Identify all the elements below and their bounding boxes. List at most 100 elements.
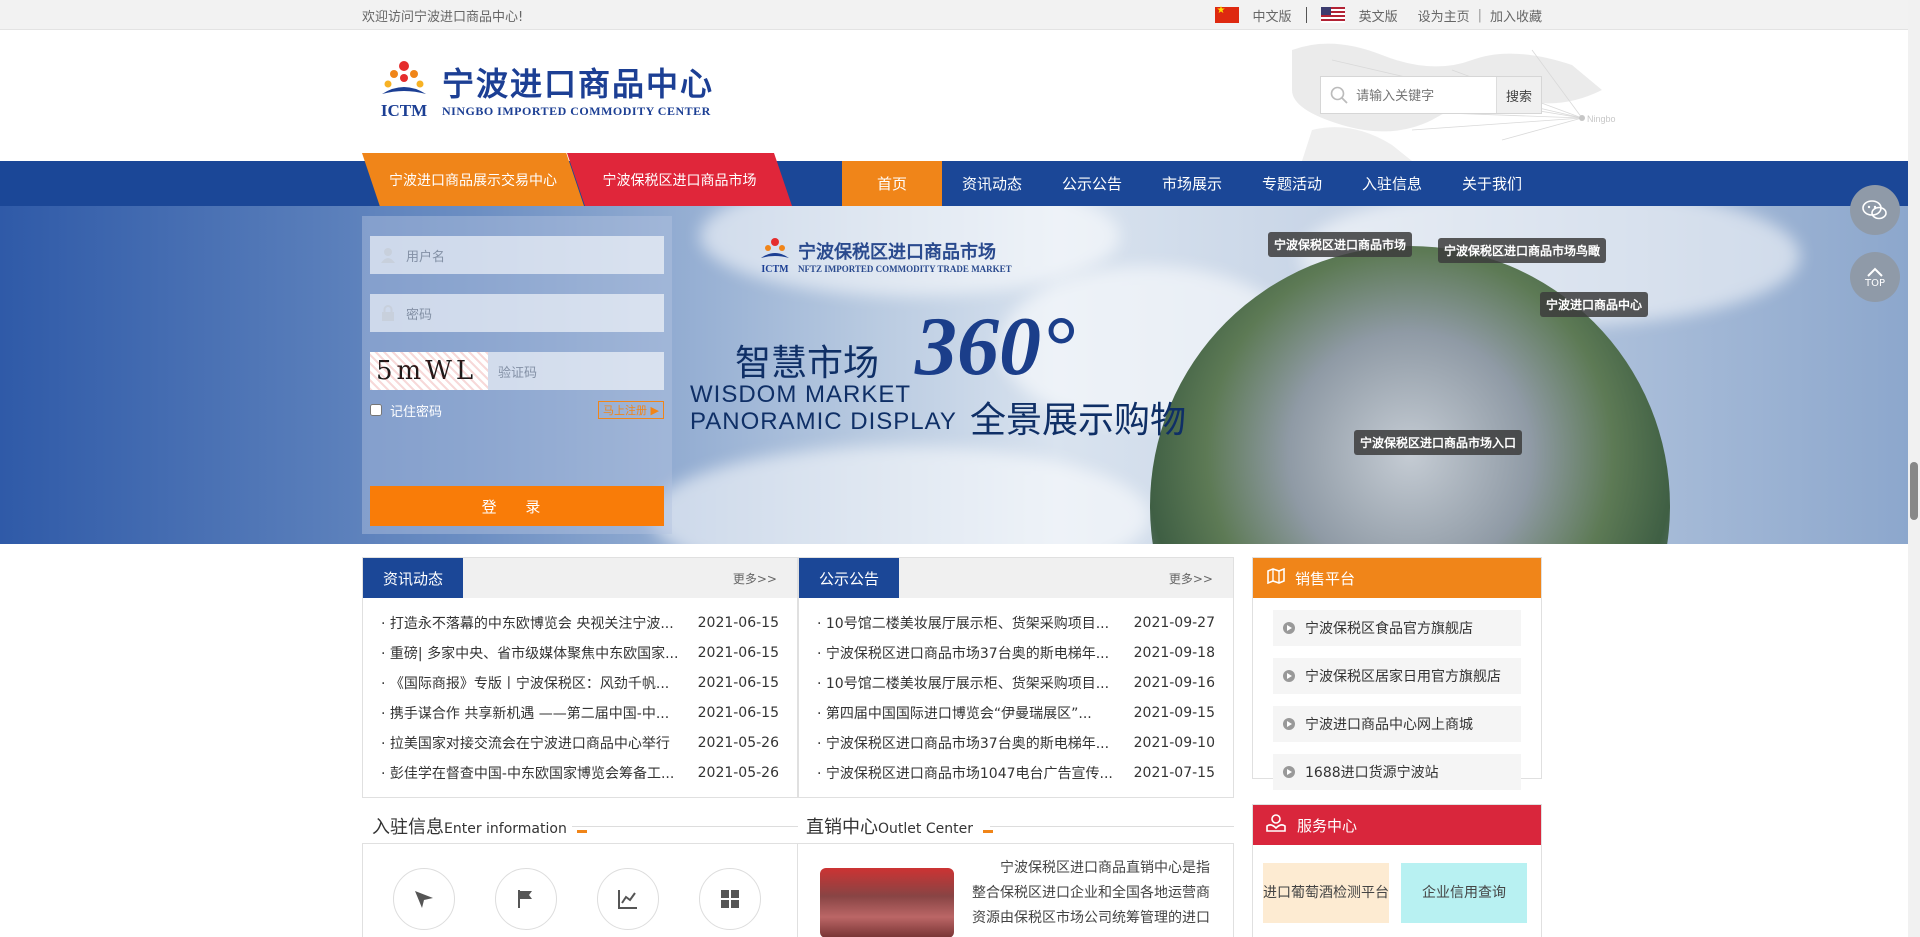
notice-panel: 公示公告 更多>> · 10号馆二楼美妆展厅展示柜、货架采购项目... 2021-… <box>798 557 1234 798</box>
top-bar: 欢迎访问宁波进口商品中心! 中文版 英文版 设为主页 | 加入收藏 <box>0 0 1920 30</box>
sales-link-food[interactable]: 宁波保税区食品官方旗舰店 <box>1273 610 1521 646</box>
news-item[interactable]: · 《国际商报》专版丨宁波保税区：风劲千帆... 2021-06-15 <box>381 668 779 698</box>
wine-test-button[interactable]: 进口葡萄酒检测平台 <box>1263 863 1389 923</box>
add-favorite-link[interactable]: 加入收藏 <box>1490 6 1542 25</box>
search-icon <box>1321 77 1356 113</box>
lang-en-link[interactable]: 英文版 <box>1359 6 1398 25</box>
nav-home[interactable]: 首页 <box>842 161 942 206</box>
notice-tab[interactable]: 公示公告 <box>799 558 900 598</box>
sales-platform-title: 销售平台 <box>1295 569 1356 588</box>
banner-hotspot-market[interactable]: 宁波保税区进口商品市场 <box>1268 232 1413 257</box>
service-center-panel: 服务中心 进口葡萄酒检测平台 企业信用查询 <box>1252 804 1542 937</box>
password-field[interactable]: 密码 <box>370 294 664 332</box>
news-item[interactable]: · 彭佳学在督查中国-中东欧国家博览会筹备工... 2021-05-26 <box>381 758 779 788</box>
outlet-section-title: 直销中心 Outlet Center <box>806 809 993 839</box>
us-flag-icon[interactable] <box>1320 7 1345 23</box>
nav-enter[interactable]: 入驻信息 <box>1342 161 1442 206</box>
nav-notice[interactable]: 公示公告 <box>1042 161 1142 206</box>
notice-item[interactable]: · 宁波保税区进口商品市场37台奥的斯电梯年... 2021-09-18 <box>817 638 1215 668</box>
sales-link-1688[interactable]: 1688进口货源宁波站 <box>1273 754 1521 790</box>
news-tab[interactable]: 资讯动态 <box>363 558 464 598</box>
play-icon <box>1283 670 1295 682</box>
service-icon <box>1265 812 1287 838</box>
wechat-icon <box>1862 200 1887 220</box>
arrow-up-icon <box>1867 267 1883 277</box>
news-item[interactable]: · 重磅| 多家中央、省市级媒体聚焦中东欧国家... 2021-06-15 <box>381 638 779 668</box>
search-input[interactable] <box>1356 77 1497 113</box>
user-icon <box>380 247 396 263</box>
lang-cn-link[interactable]: 中文版 <box>1253 6 1292 25</box>
nav-events[interactable]: 专题活动 <box>1242 161 1342 206</box>
play-icon <box>1283 718 1295 730</box>
site-logo[interactable]: ICTM 宁波进口商品中心 NINGBO IMPORTED COMMODITY … <box>376 58 714 124</box>
notice-more-link[interactable]: 更多>> <box>1169 570 1213 587</box>
news-item[interactable]: · 携手谋合作 共享新机遇 ——第二届中国-中... 2021-06-15 <box>381 698 779 728</box>
chart-icon[interactable] <box>597 868 659 930</box>
notice-item[interactable]: · 第四届中国国际进口博览会“伊曼瑞展区”... 2021-09-15 <box>817 698 1215 728</box>
lock-icon <box>380 305 396 321</box>
divider <box>1305 7 1307 23</box>
scrollbar-thumb[interactable] <box>1910 462 1918 520</box>
logo-cn-text: 宁波进口商品中心 <box>442 64 715 103</box>
banner-360: 360° <box>915 300 1075 393</box>
banner-subtitle: 全景展示购物 <box>970 400 1187 441</box>
enter-info-panel <box>362 843 798 937</box>
map-icon <box>1267 567 1285 588</box>
wechat-button[interactable] <box>1850 185 1900 235</box>
login-button[interactable]: 登 录 <box>370 486 664 526</box>
remember-password[interactable]: 记住密码 <box>370 401 442 420</box>
notice-item[interactable]: · 宁波保税区进口商品市场37台奥的斯电梯年... 2021-09-10 <box>817 728 1215 758</box>
notice-item[interactable]: · 宁波保税区进口商品市场1047电台广告宣传... 2021-07-15 <box>817 758 1215 788</box>
sales-link-home[interactable]: 宁波保税区居家日用官方旗舰店 <box>1273 658 1521 694</box>
banner-title: 智慧市场 <box>735 343 880 384</box>
welcome-text: 欢迎访问宁波进口商品中心! <box>362 9 524 25</box>
ictm-logo-icon: ICTM <box>376 58 432 124</box>
set-home-link[interactable]: 设为主页 <box>1418 6 1470 25</box>
news-panel: 资讯动态 更多>> · 打造永不落幕的中东欧博览会 央视关注宁波... 2021-… <box>362 557 798 798</box>
outlet-store-image[interactable] <box>820 868 954 937</box>
grid-icon[interactable] <box>699 868 761 930</box>
header: Ningbo ICTM 宁波进口商品中心 NINGBO IMPORTED COM… <box>0 30 1920 161</box>
sales-link-mall[interactable]: 宁波进口商品中心网上商城 <box>1273 706 1521 742</box>
send-icon[interactable] <box>393 868 455 930</box>
flag-icon[interactable] <box>495 868 557 930</box>
back-to-top-button[interactable]: TOP <box>1850 252 1900 302</box>
divider-bar: | <box>1477 7 1482 23</box>
banner-en-line1: WISDOM MARKET <box>690 381 911 408</box>
page-scrollbar[interactable] <box>1908 0 1920 937</box>
china-flag-icon[interactable] <box>1214 5 1239 23</box>
credit-query-button[interactable]: 企业信用查询 <box>1401 863 1527 923</box>
banner-hotspot-entrance[interactable]: 宁波保税区进口商品市场入口 <box>1354 430 1523 455</box>
news-item[interactable]: · 打造永不落幕的中东欧博览会 央视关注宁波... 2021-06-15 <box>381 608 779 638</box>
nav-about[interactable]: 关于我们 <box>1442 161 1542 206</box>
outlet-description: 宁波保税区进口商品直销中心是指整合保税区进口企业和全国各地运营商资源由保税区市场… <box>972 860 1210 926</box>
remember-checkbox[interactable] <box>370 404 382 416</box>
captcha-input[interactable]: 验证码 <box>488 352 664 390</box>
exhibition-center-tab[interactable]: 宁波进口商品展示交易中心 <box>362 153 584 206</box>
search-box: 搜索 <box>1320 76 1542 114</box>
hero-banner[interactable]: ICTM 宁波保税区进口商品市场 NFTZ IMPORTED COMMODITY… <box>0 206 1920 544</box>
banner-logo: ICTM 宁波保税区进口商品市场 NFTZ IMPORTED COMMODITY… <box>758 236 1012 276</box>
outlet-panel: 宁波保税区进口商品直销中心是指整合保税区进口企业和全国各地运营商资源由保税区市场… <box>798 843 1234 937</box>
banner-hotspot-aerial[interactable]: 宁波保税区进口商品市场鸟瞰 <box>1438 238 1607 263</box>
bonded-market-tab[interactable]: 宁波保税区进口商品市场 <box>567 153 792 206</box>
play-icon <box>1283 622 1295 634</box>
notice-item[interactable]: · 10号馆二楼美妆展厅展示柜、货架采购项目... 2021-09-16 <box>817 668 1215 698</box>
play-icon <box>1283 766 1295 778</box>
banner-en-line2: PANORAMIC DISPLAY <box>690 408 957 435</box>
banner-hotspot-center[interactable]: 宁波进口商品中心 <box>1540 292 1649 317</box>
main-nav: 宁波进口商品展示交易中心 宁波保税区进口商品市场 首页 资讯动态 公示公告 市场… <box>0 153 1920 206</box>
sales-platform-panel: 销售平台 宁波保税区食品官方旗舰店 宁波保税区居家日用官方旗舰店 宁波进口商品中… <box>1252 557 1542 790</box>
nav-market[interactable]: 市场展示 <box>1142 161 1242 206</box>
nav-news[interactable]: 资讯动态 <box>942 161 1042 206</box>
news-more-link[interactable]: 更多>> <box>733 570 777 587</box>
service-center-title: 服务中心 <box>1297 816 1358 835</box>
news-item[interactable]: · 拉美国家对接交流会在宁波进口商品中心举行 2021-05-26 <box>381 728 779 758</box>
notice-item[interactable]: · 10号馆二楼美妆展厅展示柜、货架采购项目... 2021-09-27 <box>817 608 1215 638</box>
captcha-image[interactable]: 5mWL <box>370 352 488 390</box>
map-city-label: Ningbo <box>1587 114 1616 124</box>
register-button[interactable]: 马上注册 ▶ <box>598 401 664 419</box>
login-panel: 用户名 密码 5mWL 验证码 记住密码 马上注册 ▶ 登 录 <box>362 216 672 534</box>
username-field[interactable]: 用户名 <box>370 236 664 274</box>
search-button[interactable]: 搜索 <box>1496 77 1541 113</box>
